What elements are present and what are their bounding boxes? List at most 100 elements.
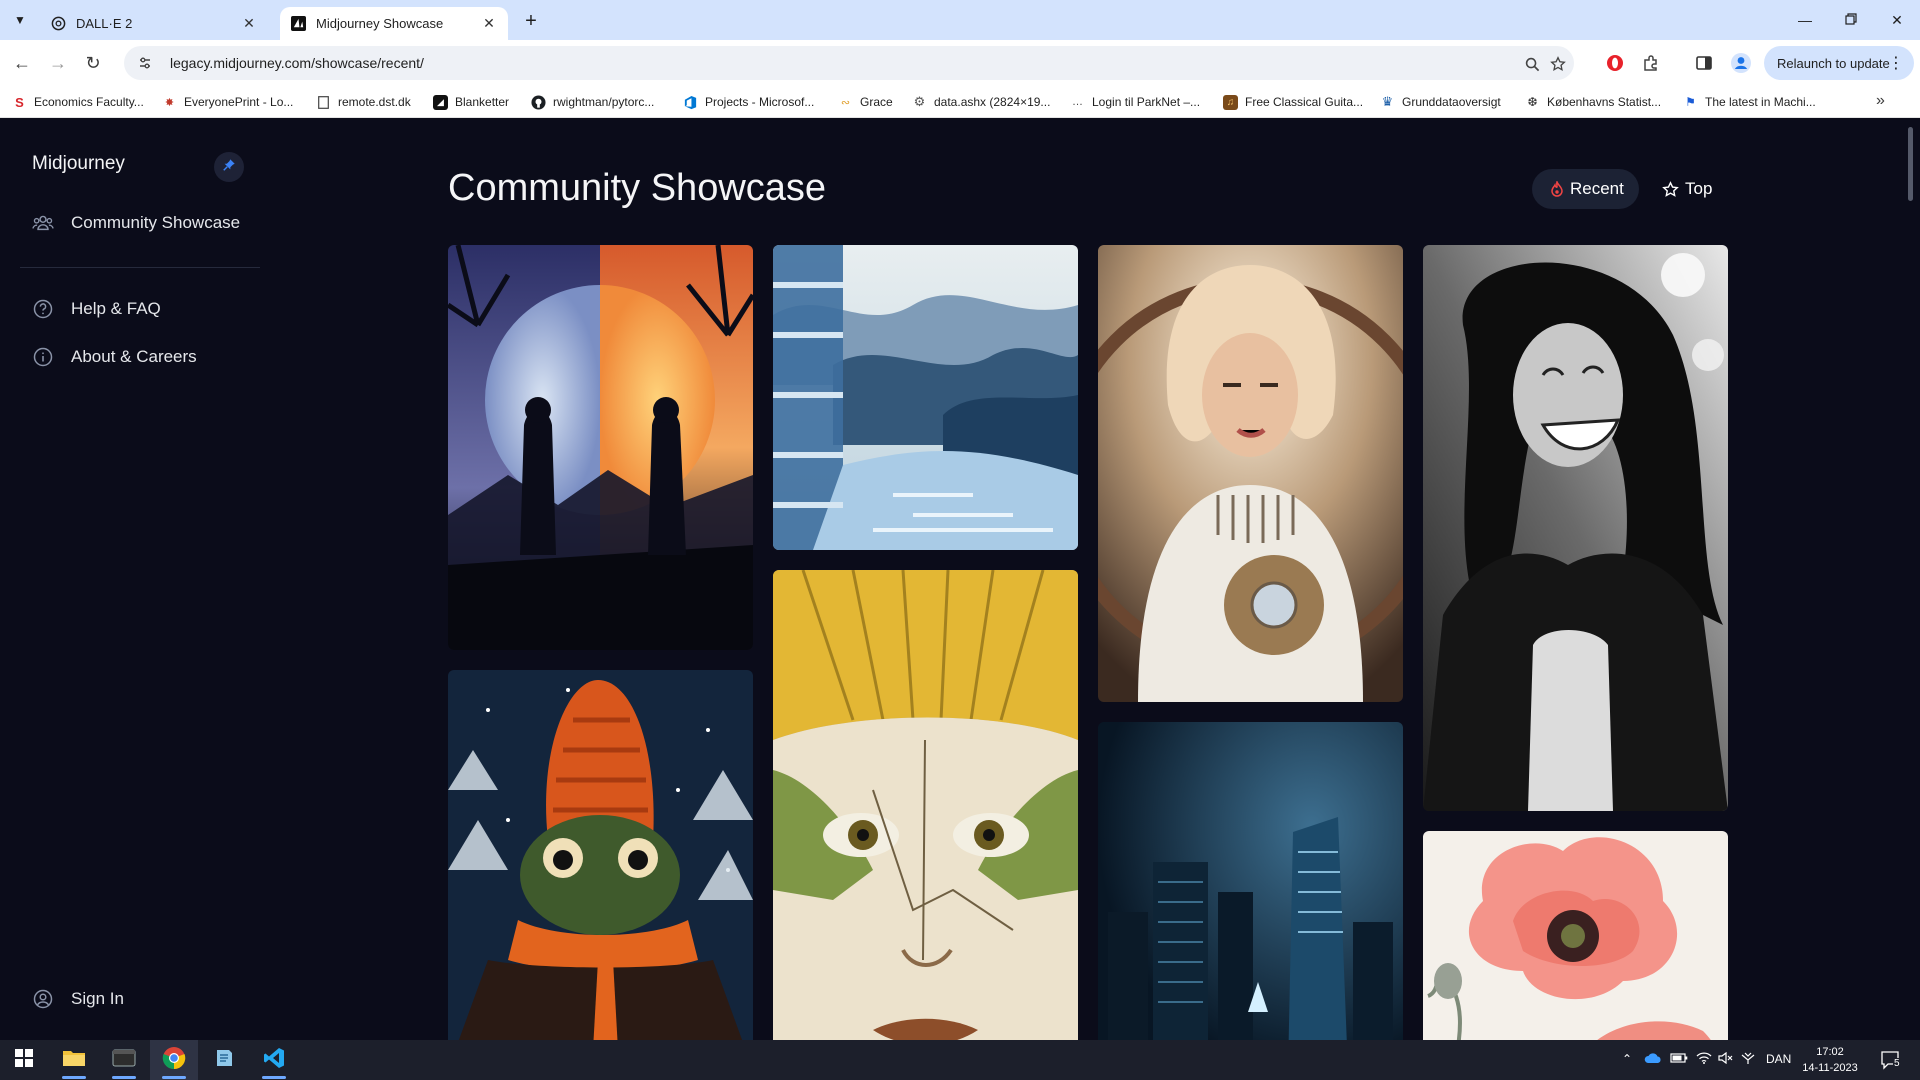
sidebar-item-help-faq[interactable]: Help & FAQ bbox=[32, 295, 161, 323]
close-icon: ✕ bbox=[1891, 11, 1903, 28]
bookmark-item[interactable]: ♫ Free Classical Guita... bbox=[1223, 93, 1363, 111]
more-bookmarks-button[interactable]: » bbox=[1876, 92, 1885, 110]
forward-button[interactable]: → bbox=[45, 50, 71, 76]
terminal-icon bbox=[112, 1048, 136, 1073]
close-icon[interactable]: ✕ bbox=[480, 15, 498, 33]
page-scrollbar[interactable] bbox=[1908, 127, 1913, 201]
sign-in-button[interactable]: Sign In bbox=[32, 985, 124, 1013]
chrome-icon bbox=[162, 1046, 186, 1075]
tab-midjourney[interactable]: Midjourney Showcase ✕ bbox=[280, 7, 508, 40]
close-window-button[interactable]: ✕ bbox=[1882, 6, 1912, 34]
pin-icon bbox=[222, 158, 236, 177]
pin-sidebar-button[interactable] bbox=[214, 152, 244, 182]
back-button[interactable]: ← bbox=[9, 50, 35, 76]
bookmark-label: Københavns Statist... bbox=[1547, 95, 1662, 109]
user-circle-icon bbox=[32, 988, 54, 1010]
showcase-image-laughing-woman-bw[interactable] bbox=[1423, 245, 1728, 811]
onedrive-cloud-icon[interactable] bbox=[1644, 1052, 1662, 1067]
showcase-image-moon-sun-silhouettes[interactable] bbox=[448, 245, 753, 650]
bookmark-label: Blanketter bbox=[455, 95, 510, 109]
restore-icon bbox=[1845, 12, 1857, 28]
bookmark-item[interactable]: Projects - Microsof... bbox=[683, 93, 814, 111]
language-indicator[interactable]: DAN bbox=[1766, 1052, 1791, 1066]
profile-avatar-icon[interactable] bbox=[1730, 52, 1752, 74]
statistics-icon: ❆ bbox=[1527, 95, 1538, 109]
plus-icon: + bbox=[525, 9, 537, 32]
star-icon bbox=[1662, 180, 1679, 198]
sign-in-label: Sign In bbox=[71, 989, 124, 1008]
wifi-icon[interactable] bbox=[1696, 1052, 1712, 1067]
battery-icon[interactable] bbox=[1670, 1052, 1688, 1067]
bookmark-label: data.ashx (2824×19... bbox=[934, 95, 1051, 109]
system-clock[interactable]: 17:02 14-11-2023 bbox=[1800, 1044, 1860, 1076]
bookmark-item[interactable]: ⚑ The latest in Machi... bbox=[1683, 93, 1816, 111]
opera-extension-icon[interactable] bbox=[1604, 52, 1626, 74]
midjourney-icon bbox=[290, 16, 306, 32]
showcase-image-glitch-landscape[interactable] bbox=[773, 245, 1078, 550]
chevron-down-icon: ▼ bbox=[14, 13, 26, 27]
side-panel-icon[interactable] bbox=[1693, 52, 1715, 74]
bookmark-item[interactable]: ⚙ data.ashx (2824×19... bbox=[912, 93, 1051, 111]
taskbar-notepad[interactable] bbox=[200, 1040, 248, 1080]
parknet-icon: … bbox=[1072, 96, 1083, 108]
showcase-image-cracked-face[interactable] bbox=[773, 570, 1078, 1040]
tab-title: Midjourney Showcase bbox=[316, 16, 444, 31]
bookmark-item[interactable]: ❆ Københavns Statist... bbox=[1525, 93, 1661, 111]
taskbar-chrome[interactable] bbox=[150, 1040, 198, 1080]
azure-devops-icon bbox=[683, 95, 698, 110]
showcase-image-red-poppy[interactable] bbox=[1423, 831, 1728, 1040]
relaunch-label: Relaunch to update bbox=[1777, 55, 1890, 71]
address-bar[interactable]: legacy.midjourney.com/showcase/recent/ bbox=[124, 46, 1574, 80]
volume-muted-icon[interactable] bbox=[1718, 1051, 1734, 1067]
bookmark-item[interactable]: remote.dst.dk bbox=[316, 93, 411, 111]
bookmark-item[interactable]: … Login til ParkNet –... bbox=[1070, 93, 1200, 111]
extensions-puzzle-icon[interactable] bbox=[1640, 52, 1662, 74]
taskbar-terminal[interactable] bbox=[100, 1040, 148, 1080]
bookmark-label: EveryonePrint - Lo... bbox=[184, 95, 294, 109]
bookmark-item[interactable]: ◢ Blanketter bbox=[433, 93, 509, 111]
bookmark-label: Grace bbox=[860, 95, 893, 109]
filter-label: Top bbox=[1685, 179, 1713, 198]
showcase-image-night-skyscrapers[interactable] bbox=[1098, 722, 1403, 1040]
network-icon[interactable] bbox=[1740, 1052, 1756, 1067]
search-icon[interactable] bbox=[1522, 54, 1542, 74]
taskbar-vscode[interactable] bbox=[250, 1040, 298, 1080]
sidebar-item-community-showcase[interactable]: Community Showcase bbox=[32, 209, 240, 237]
start-button[interactable] bbox=[0, 1040, 48, 1080]
tab-dalle[interactable]: DALL·E 2 ✕ bbox=[40, 7, 268, 40]
taskbar-file-explorer[interactable] bbox=[50, 1040, 98, 1080]
sidebar-item-about-careers[interactable]: About & Careers bbox=[32, 343, 197, 371]
star-bookmark-icon[interactable] bbox=[1548, 54, 1568, 74]
notification-center-button[interactable]: 5 bbox=[1880, 1050, 1902, 1073]
new-tab-button[interactable]: + bbox=[519, 9, 543, 33]
showcase-image-frog-in-knit-hat[interactable] bbox=[448, 670, 753, 1040]
restore-button[interactable] bbox=[1836, 6, 1866, 34]
reload-button[interactable]: ↻ bbox=[80, 50, 106, 76]
chevron-up-icon[interactable]: ⌃ bbox=[1622, 1052, 1632, 1066]
bookmark-item[interactable]: ♛ Grunddataoversigt bbox=[1380, 93, 1501, 111]
bookmark-item[interactable]: S Economics Faculty... bbox=[12, 93, 144, 111]
bookmark-item[interactable]: rwightman/pytorc... bbox=[531, 93, 654, 111]
bookmark-item[interactable]: ∾ Grace bbox=[838, 93, 893, 111]
filter-top-button[interactable]: Top bbox=[1662, 169, 1722, 209]
relaunch-update-button[interactable]: Relaunch to update ⋮ bbox=[1764, 46, 1914, 80]
brand-logo[interactable]: Midjourney bbox=[32, 153, 125, 175]
windows-taskbar: ⌃ DAN 17:02 14-11-2023 5 bbox=[0, 1040, 1920, 1080]
bookmark-item[interactable]: ✸ EveryonePrint - Lo... bbox=[162, 93, 294, 111]
close-icon[interactable]: ✕ bbox=[240, 15, 258, 33]
sidebar-item-label: About & Careers bbox=[71, 347, 197, 366]
s-logo-icon: S bbox=[15, 94, 24, 110]
notepad-icon bbox=[213, 1047, 235, 1074]
showcase-image-blonde-woman-portrait[interactable] bbox=[1098, 245, 1403, 702]
minimize-button[interactable]: — bbox=[1790, 6, 1820, 34]
page-content: Midjourney Community Showcase Help & FAQ… bbox=[0, 119, 1920, 1040]
sidebar-item-label: Community Showcase bbox=[71, 213, 241, 232]
running-indicator bbox=[112, 1076, 136, 1079]
bookmark-label: Free Classical Guita... bbox=[1245, 95, 1364, 109]
site-info-icon[interactable] bbox=[136, 54, 154, 72]
filter-recent-button[interactable]: Recent bbox=[1532, 169, 1639, 209]
info-circle-icon bbox=[32, 346, 54, 368]
tab-search-button[interactable]: ▼ bbox=[6, 8, 34, 32]
bookmark-label: rwightman/pytorc... bbox=[553, 95, 655, 109]
openai-icon bbox=[50, 16, 66, 32]
